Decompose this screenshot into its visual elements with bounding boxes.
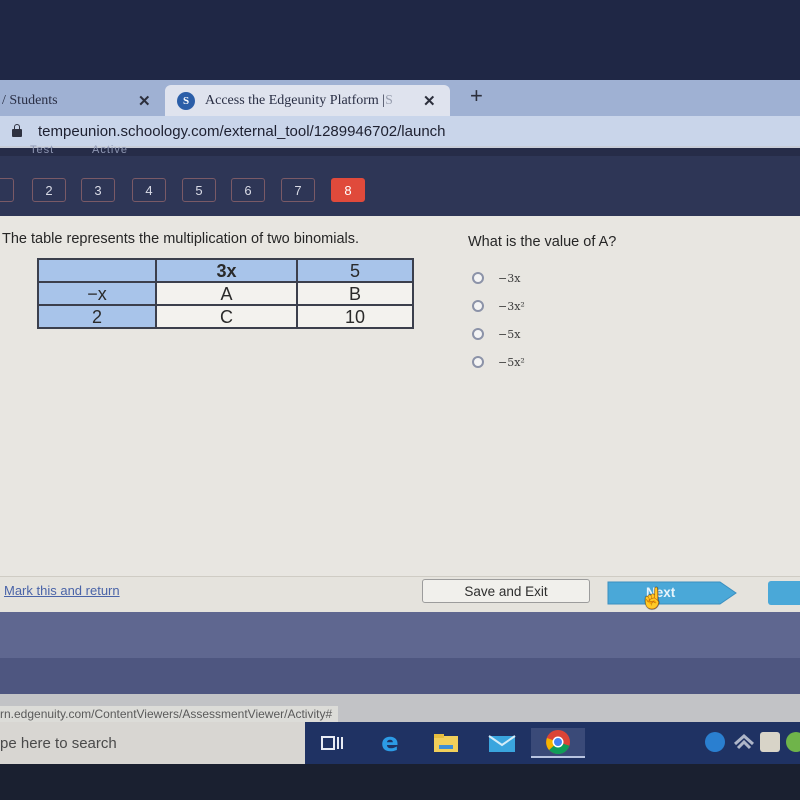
task-view-icon[interactable] bbox=[314, 728, 350, 758]
taskbar-search-input[interactable]: pe here to search bbox=[0, 722, 305, 764]
edge-browser-icon[interactable]: e bbox=[372, 728, 408, 758]
question-nav-5[interactable]: 5 bbox=[182, 178, 216, 202]
close-tab-icon[interactable]: ✕ bbox=[138, 92, 151, 110]
binomial-table: 3x 5 −x A B 2 C 10 bbox=[37, 258, 414, 329]
mark-and-return-link[interactable]: Mark this and return bbox=[4, 583, 120, 598]
monitor-bezel-top bbox=[0, 0, 800, 80]
option-label: −3x² bbox=[498, 299, 525, 313]
answer-option-4[interactable]: −5x² bbox=[472, 348, 525, 376]
windows-taskbar: pe here to search e bbox=[0, 722, 800, 764]
question-nav-7[interactable]: 7 bbox=[281, 178, 315, 202]
search-placeholder: pe here to search bbox=[0, 734, 117, 752]
tab-label: / Students bbox=[2, 92, 58, 108]
network-icon[interactable] bbox=[733, 732, 754, 752]
browser-status-bar: rn.edgenuity.com/ContentViewers/Assessme… bbox=[0, 694, 800, 722]
option-label: −5x bbox=[498, 327, 521, 341]
table-cell: −x bbox=[37, 281, 157, 306]
option-label: −5x² bbox=[498, 355, 525, 369]
lock-icon bbox=[12, 124, 22, 137]
header-status-faded: Active bbox=[92, 144, 128, 156]
next-button[interactable]: Next bbox=[606, 581, 738, 605]
answer-option-1[interactable]: −3x bbox=[472, 264, 525, 292]
table-cell bbox=[37, 258, 157, 283]
table-cell: C bbox=[155, 304, 298, 329]
tab-edgenuity[interactable]: S Access the Edgeunity Platform | S ✕ bbox=[165, 85, 450, 116]
assessment-header: Test Active 1 2 3 4 5 6 7 8 bbox=[0, 144, 800, 216]
radio-button[interactable] bbox=[472, 272, 484, 284]
question-prompt: The table represents the multiplication … bbox=[2, 231, 360, 247]
hand-cursor-icon: ☝ bbox=[640, 588, 665, 610]
table-header-row: 3x 5 bbox=[37, 258, 414, 283]
table-cell: 2 bbox=[37, 304, 157, 329]
security-shield-icon[interactable] bbox=[760, 732, 780, 752]
tab-label: Access the Edgeunity Platform | bbox=[205, 92, 386, 108]
address-bar[interactable]: tempeunion.schoology.com/external_tool/1… bbox=[0, 116, 800, 146]
page-background-band bbox=[0, 612, 800, 658]
table-cell: 10 bbox=[296, 304, 414, 329]
next-section-button[interactable] bbox=[768, 581, 800, 605]
new-tab-button[interactable]: + bbox=[470, 83, 483, 109]
header-title-faded: Test bbox=[30, 144, 55, 156]
radio-button[interactable] bbox=[472, 300, 484, 312]
close-tab-icon[interactable]: ✕ bbox=[423, 92, 436, 110]
schoology-favicon-icon: S bbox=[177, 91, 195, 110]
table-cell: B bbox=[296, 281, 414, 306]
table-cell: 5 bbox=[296, 258, 414, 283]
question-nav-1[interactable]: 1 bbox=[0, 178, 14, 202]
table-cell: A bbox=[155, 281, 298, 306]
tab-label-faded: S bbox=[385, 92, 393, 108]
question-nav-8-current[interactable]: 8 bbox=[331, 178, 365, 202]
table-cell: 3x bbox=[155, 258, 298, 283]
answer-options: −3x −3x² −5x −5x² bbox=[472, 264, 525, 376]
page-background-band bbox=[0, 658, 800, 694]
header-strip: Test Active bbox=[0, 144, 800, 156]
update-icon[interactable] bbox=[786, 732, 800, 752]
table-row: 2 C 10 bbox=[37, 304, 414, 329]
browser-tab-bar: / Students ✕ S Access the Edgeunity Plat… bbox=[0, 80, 800, 116]
save-and-exit-button[interactable]: Save and Exit bbox=[422, 579, 590, 603]
question-ask: What is the value of A? bbox=[468, 234, 617, 250]
question-nav-4[interactable]: 4 bbox=[132, 178, 166, 202]
url-text[interactable]: tempeunion.schoology.com/external_tool/1… bbox=[38, 123, 446, 140]
assessment-footer: Mark this and return Save and Exit Next bbox=[0, 576, 800, 612]
answer-option-2[interactable]: −3x² bbox=[472, 292, 525, 320]
option-label: −3x bbox=[498, 271, 521, 285]
radio-button[interactable] bbox=[472, 328, 484, 340]
question-nav-2[interactable]: 2 bbox=[32, 178, 66, 202]
mail-icon[interactable] bbox=[484, 728, 520, 758]
bluetooth-icon[interactable] bbox=[705, 732, 725, 752]
status-url: rn.edgenuity.com/ContentViewers/Assessme… bbox=[0, 706, 339, 722]
monitor-bezel-bottom bbox=[0, 764, 800, 800]
chrome-icon[interactable] bbox=[531, 728, 585, 758]
radio-button[interactable] bbox=[472, 356, 484, 368]
table-row: −x A B bbox=[37, 281, 414, 306]
file-explorer-icon[interactable] bbox=[428, 728, 464, 758]
answer-option-3[interactable]: −5x bbox=[472, 320, 525, 348]
question-nav-6[interactable]: 6 bbox=[231, 178, 265, 202]
question-nav-3[interactable]: 3 bbox=[81, 178, 115, 202]
tab-students[interactable]: / Students ✕ bbox=[0, 85, 165, 116]
question-content: The table represents the multiplication … bbox=[0, 216, 800, 576]
